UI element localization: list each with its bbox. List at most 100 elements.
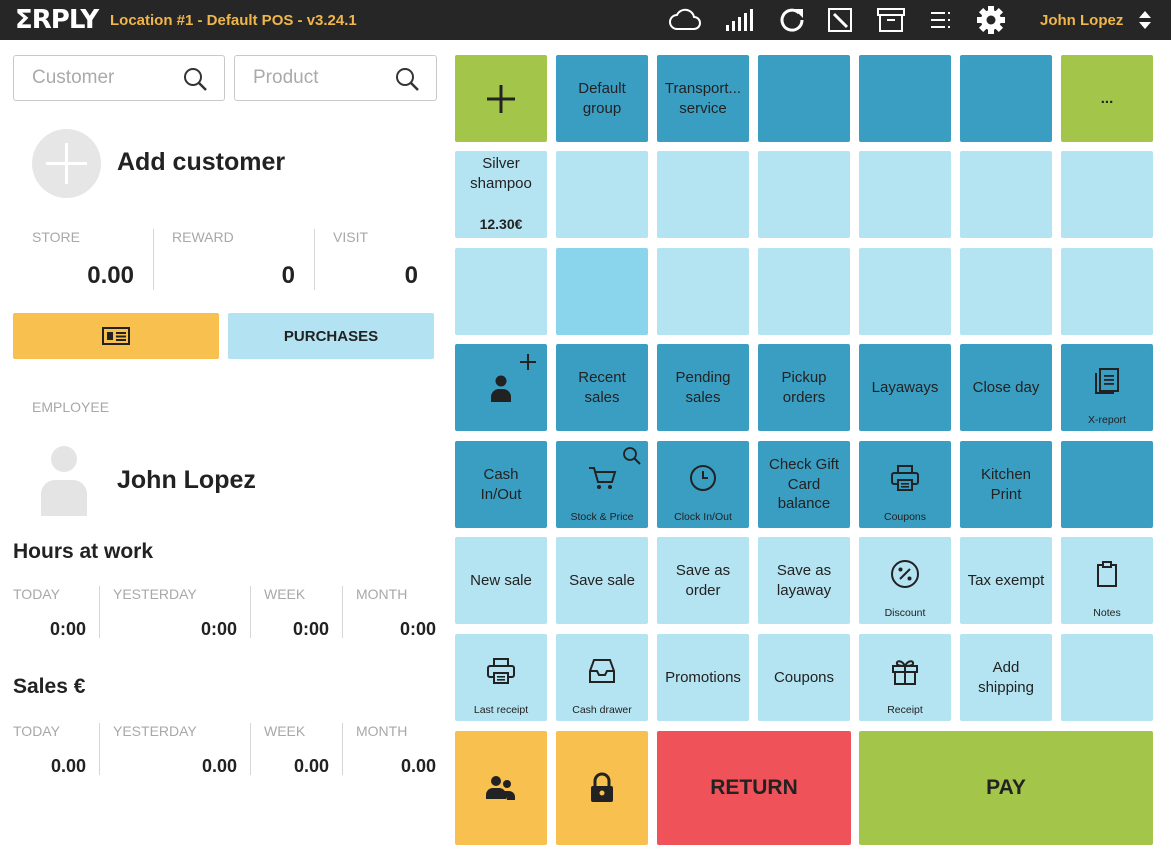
tile-label: Last receipt — [473, 704, 529, 716]
group-default-button[interactable]: Default group — [556, 55, 648, 142]
empty-function-tile[interactable] — [1061, 441, 1153, 528]
empty-product-tile[interactable] — [960, 248, 1052, 335]
discount-button[interactable]: Discount — [859, 537, 951, 624]
product-silver-shampoo[interactable]: Silver shampoo 12.30€ — [455, 151, 547, 238]
tile-label: Save as layaway — [776, 562, 832, 599]
gift-icon — [890, 656, 920, 686]
add-customer-tile[interactable] — [455, 344, 547, 431]
lock-button[interactable] — [556, 731, 648, 845]
cloud-icon[interactable] — [668, 5, 702, 35]
sales-week-value: 0.00 — [293, 756, 329, 776]
customer-card-button[interactable] — [13, 313, 219, 359]
empty-product-tile[interactable] — [758, 151, 850, 238]
layaways-button[interactable]: Layaways — [859, 344, 951, 431]
add-customer-label[interactable]: Add customer — [117, 148, 285, 177]
stat-reward-value: 0 — [281, 262, 295, 289]
cash-drawer-button[interactable]: Cash drawer — [556, 634, 648, 721]
customers-button[interactable] — [455, 731, 547, 845]
tile-label: Default group — [578, 80, 626, 117]
divider — [99, 723, 100, 775]
tile-label: Add shipping — [978, 659, 1034, 696]
clipboard-icon — [1095, 560, 1119, 588]
return-button[interactable]: RETURN — [657, 731, 851, 845]
last-receipt-button[interactable]: Last receipt — [455, 634, 547, 721]
menu-icon[interactable] — [924, 5, 958, 35]
tax-exempt-button[interactable]: Tax exempt — [960, 537, 1052, 624]
empty-product-tile[interactable] — [556, 248, 648, 335]
tile-label: Cash drawer — [572, 704, 632, 716]
gear-icon[interactable] — [974, 5, 1008, 35]
percent-icon — [890, 559, 920, 589]
user-menu[interactable]: John Lopez — [1040, 12, 1123, 29]
add-person-icon — [491, 354, 536, 402]
hours-yesterday-label: YESTERDAY — [113, 586, 197, 602]
pickup-orders-button[interactable]: Pickup orders — [758, 344, 850, 431]
empty-product-tile[interactable] — [1061, 151, 1153, 238]
empty-product-tile[interactable] — [556, 151, 648, 238]
product-search-input[interactable] — [253, 66, 403, 90]
save-as-order-button[interactable]: Save as order — [657, 537, 749, 624]
add-customer-button[interactable] — [32, 129, 101, 198]
product-search[interactable] — [234, 55, 437, 101]
more-groups-button[interactable]: ... — [1061, 55, 1153, 142]
purchases-button[interactable]: PURCHASES — [228, 313, 434, 359]
stat-store-value: 0.00 — [87, 262, 134, 289]
empty-product-tile[interactable] — [859, 248, 951, 335]
group-empty-tile[interactable] — [758, 55, 850, 142]
coupons-print-button[interactable]: Coupons — [859, 441, 951, 528]
refresh-icon[interactable] — [775, 5, 809, 35]
tile-label: New sale — [470, 571, 532, 589]
customer-search[interactable] — [13, 55, 225, 101]
save-as-layaway-button[interactable]: Save as layaway — [758, 537, 850, 624]
divider — [314, 229, 315, 290]
stock-price-button[interactable]: Stock & Price — [556, 441, 648, 528]
sales-today-value: 0.00 — [50, 756, 86, 776]
pending-sales-button[interactable]: Pending sales — [657, 344, 749, 431]
divider — [342, 586, 343, 638]
group-empty-tile[interactable] — [960, 55, 1052, 142]
group-empty-tile[interactable] — [859, 55, 951, 142]
tile-label: Pickup orders — [781, 369, 827, 406]
new-sale-button[interactable]: New sale — [455, 537, 547, 624]
save-sale-button[interactable]: Save sale — [556, 537, 648, 624]
signal-icon[interactable] — [722, 5, 756, 35]
add-product-button[interactable] — [455, 55, 547, 142]
sort-icon[interactable] — [1130, 5, 1160, 35]
empty-product-tile[interactable] — [657, 248, 749, 335]
empty-product-tile[interactable] — [960, 151, 1052, 238]
tile-label: Tax exempt — [967, 571, 1045, 589]
customer-search-input[interactable] — [32, 66, 182, 90]
notes-button[interactable]: Notes — [1061, 537, 1153, 624]
group-transport-button[interactable]: Transport... service — [657, 55, 749, 142]
empty-product-tile[interactable] — [859, 151, 951, 238]
pay-button[interactable]: PAY — [859, 731, 1153, 845]
empty-product-tile[interactable] — [657, 151, 749, 238]
divider — [250, 586, 251, 638]
empty-product-tile[interactable] — [758, 248, 850, 335]
divider — [342, 723, 343, 775]
search-icon[interactable] — [182, 66, 208, 97]
promotions-button[interactable]: Promotions — [657, 634, 749, 721]
sales-today-label: TODAY — [13, 723, 60, 739]
close-day-button[interactable]: Close day — [960, 344, 1052, 431]
recent-sales-button[interactable]: Recent sales — [556, 344, 648, 431]
clock-in-out-button[interactable]: Clock In/Out — [657, 441, 749, 528]
empty-product-tile[interactable] — [1061, 248, 1153, 335]
sales-yesterday-value: 0.00 — [201, 756, 237, 776]
tile-label: Discount — [884, 607, 926, 619]
empty-function-tile[interactable] — [1061, 634, 1153, 721]
coupons-button[interactable]: Coupons — [758, 634, 850, 721]
archive-icon[interactable] — [874, 5, 908, 35]
empty-product-tile[interactable] — [455, 248, 547, 335]
x-report-button[interactable]: X-report — [1061, 344, 1153, 431]
add-shipping-button[interactable]: Add shipping — [960, 634, 1052, 721]
edit-icon[interactable] — [823, 5, 857, 35]
tile-label: Recent sales — [578, 369, 626, 406]
tile-label: Check Gift Card balance — [768, 456, 840, 513]
check-gift-card-button[interactable]: Check Gift Card balance — [758, 441, 850, 528]
search-icon[interactable] — [394, 66, 420, 97]
tile-label: Receipt — [887, 704, 923, 716]
receipt-gift-button[interactable]: Receipt — [859, 634, 951, 721]
cash-in-out-button[interactable]: Cash In/Out — [455, 441, 547, 528]
kitchen-print-button[interactable]: Kitchen Print — [960, 441, 1052, 528]
